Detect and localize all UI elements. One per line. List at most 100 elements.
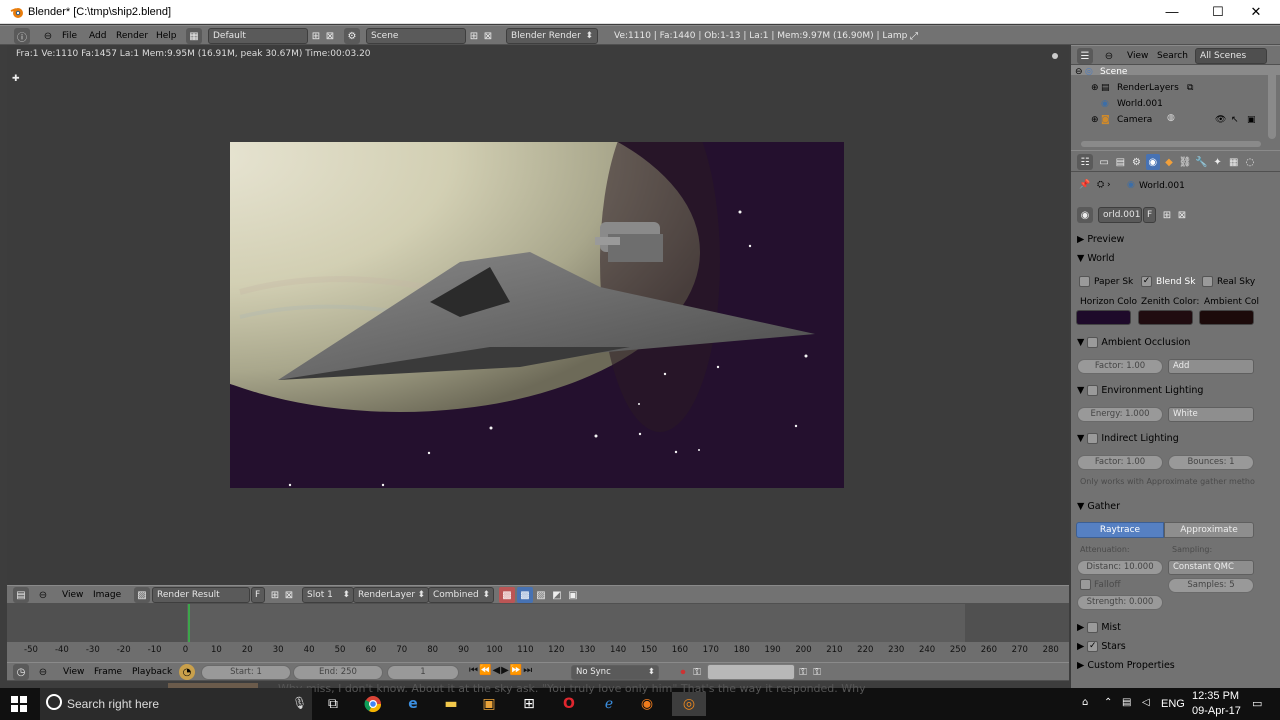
scene-icon[interactable]: ⚙ [344, 28, 360, 44]
indirect-factor-field[interactable]: Factor: 1.00 [1077, 455, 1163, 470]
tab-object-icon[interactable]: ◆ [1162, 154, 1176, 170]
env-energy-field[interactable]: Energy: 1.000 [1077, 407, 1163, 422]
menu-help[interactable]: Help [156, 28, 177, 44]
remove-image-icon[interactable]: ⊠ [281, 587, 297, 603]
tray-language[interactable]: ENG [1161, 698, 1185, 710]
layout-selector[interactable]: Default [208, 28, 308, 44]
render-slot-icon[interactable]: ▣ [565, 587, 581, 603]
world-section[interactable]: ▼ World [1071, 250, 1280, 268]
raytrace-button[interactable]: Raytrace [1076, 522, 1164, 538]
sampling-method-selector[interactable]: Constant QMC [1168, 560, 1254, 575]
firefox-icon[interactable]: ◉ [634, 692, 660, 716]
paper-sky-checkbox[interactable] [1079, 276, 1090, 287]
distance-field[interactable]: Distanc: 10.000 [1077, 560, 1163, 575]
tray-network-icon[interactable]: ▤ [1122, 697, 1131, 708]
strength-field[interactable]: Strength: 0.000 [1077, 595, 1163, 610]
render-engine-selector[interactable]: Blender Render ⬍ [506, 28, 598, 44]
info-editor-icon[interactable]: ⓘ [14, 28, 30, 44]
current-frame-field[interactable]: 1 [387, 665, 459, 680]
ao-blend-selector[interactable]: Add [1168, 359, 1254, 374]
timeline-editor-icon[interactable]: ◷ [13, 664, 29, 680]
windows-start-icon[interactable] [10, 695, 28, 713]
pin-image-icon[interactable]: ◩ [549, 587, 565, 603]
expand-icon[interactable]: ⊕ [1091, 83, 1099, 93]
tab-data-icon[interactable]: ✦ [1210, 154, 1224, 170]
ao-factor-field[interactable]: Factor: 1.00 [1077, 359, 1163, 374]
outliner-scrollbar[interactable] [1268, 69, 1276, 139]
remove-scene-icon[interactable]: ⊠ [480, 28, 496, 44]
end-frame-field[interactable]: End: 250 [293, 665, 383, 680]
approximate-button[interactable]: Approximate [1164, 522, 1254, 538]
renderable-camera-icon[interactable]: ▣ [1247, 115, 1256, 125]
mist-section[interactable]: ▶ Mist [1071, 619, 1280, 637]
stars-section[interactable]: ▶ ✓ Stars [1071, 638, 1280, 656]
pin-icon[interactable]: 📌 [1079, 180, 1090, 190]
minimize-button[interactable]: — [1149, 0, 1195, 24]
collapse-menu-icon[interactable]: ⊖ [35, 664, 51, 680]
menu-add[interactable]: Add [89, 28, 106, 44]
tray-chevron-up-icon[interactable]: ⌃ [1104, 697, 1112, 708]
keying-set-icon[interactable]: ⚿ [689, 664, 705, 680]
render-layer-selector[interactable]: RenderLayer ⬍ [353, 587, 429, 603]
outliner-editor-icon[interactable]: ☰ [1077, 48, 1093, 64]
microphone-icon[interactable]: 🎙 [292, 696, 307, 710]
task-view-icon[interactable]: ⧉ [320, 692, 346, 716]
scene-selector[interactable]: Scene [366, 28, 466, 44]
menu-file[interactable]: File [62, 28, 77, 44]
ao-section[interactable]: ▼ Ambient Occlusion [1071, 334, 1280, 352]
env-lighting-section[interactable]: ▼ Environment Lighting [1071, 382, 1280, 400]
chrome-icon[interactable] [360, 692, 386, 716]
remove-layout-icon[interactable]: ⊠ [322, 28, 338, 44]
gather-section[interactable]: ▼ Gather [1071, 498, 1280, 516]
image-browse-icon[interactable]: ▨ [134, 587, 150, 603]
outliner-view-menu[interactable]: View [1127, 48, 1148, 64]
fullscreen-icon[interactable]: ⤢ [906, 28, 922, 44]
preview-range-icon[interactable]: ◔ [179, 664, 195, 680]
outliner-item-world[interactable]: World.001 [1117, 99, 1163, 109]
unknown-app-icon[interactable]: ▣ [476, 692, 502, 716]
collapse-menu-icon[interactable]: ⊖ [40, 28, 56, 44]
preview-section[interactable]: ▶ Preview [1071, 231, 1280, 249]
tab-scene-icon[interactable]: ⚙ [1129, 154, 1143, 170]
action-center-icon[interactable]: ▭ [1252, 697, 1262, 710]
playback-controls[interactable]: ⏮⏪◀▶⏩⏭ [469, 665, 559, 680]
outliner-panel[interactable]: ☰ ⊖ View Search All Scenes ⊖ ◎ Scene ⊕ ▤… [1071, 45, 1280, 150]
tab-constraints-icon[interactable]: ⛓ [1178, 154, 1192, 170]
tray-date[interactable]: 09-Apr-17 [1192, 705, 1241, 717]
collapse-menu-icon[interactable]: ⊖ [1101, 48, 1117, 64]
outliner-hscrollbar[interactable] [1081, 141, 1261, 147]
start-frame-field[interactable]: Start: 1 [201, 665, 291, 680]
real-sky-checkbox[interactable] [1202, 276, 1213, 287]
zbuffer-icon[interactable]: ▨ [533, 587, 549, 603]
pass-selector[interactable]: Combined ⬍ [428, 587, 494, 603]
ambient-color-swatch[interactable] [1199, 310, 1254, 325]
edge-icon[interactable]: e [400, 692, 426, 716]
tab-render-icon[interactable]: ▭ [1097, 154, 1111, 170]
menu-playback[interactable]: Playback [132, 664, 172, 680]
tab-render-layers-icon[interactable]: ▤ [1113, 154, 1127, 170]
region-toggle-icon[interactable] [1052, 53, 1058, 59]
remove-world-icon[interactable]: ⊠ [1174, 207, 1190, 223]
collapse-menu-icon[interactable]: ⊖ [35, 587, 51, 603]
close-button[interactable]: ✕ [1233, 0, 1279, 24]
menu-frame[interactable]: Frame [94, 664, 122, 680]
menu-view[interactable]: View [62, 587, 83, 603]
sync-selector[interactable]: No Sync ⬍ [571, 665, 659, 680]
image-name-field[interactable]: Render Result [152, 587, 250, 603]
tab-world-icon[interactable]: ◉ [1145, 154, 1160, 170]
zenith-color-swatch[interactable] [1138, 310, 1193, 325]
expand-icon[interactable]: ⊕ [1091, 115, 1099, 125]
internet-explorer-icon[interactable]: ℯ [596, 692, 622, 716]
horizon-color-swatch[interactable] [1076, 310, 1131, 325]
fake-user-button[interactable]: F [251, 587, 265, 603]
menu-timeline-view[interactable]: View [63, 664, 84, 680]
tray-people-icon[interactable]: ⌂ [1082, 697, 1088, 708]
world-fake-user-button[interactable]: F [1143, 207, 1156, 223]
world-name-field[interactable]: orld.001 [1098, 207, 1142, 223]
ao-checkbox[interactable] [1087, 337, 1099, 348]
mist-checkbox[interactable] [1087, 622, 1099, 633]
tray-time[interactable]: 12:35 PM [1192, 690, 1239, 702]
env-color-selector[interactable]: White [1168, 407, 1254, 422]
indirect-lighting-checkbox[interactable] [1087, 433, 1099, 444]
tab-texture-icon[interactable]: ▦ [1227, 154, 1241, 170]
